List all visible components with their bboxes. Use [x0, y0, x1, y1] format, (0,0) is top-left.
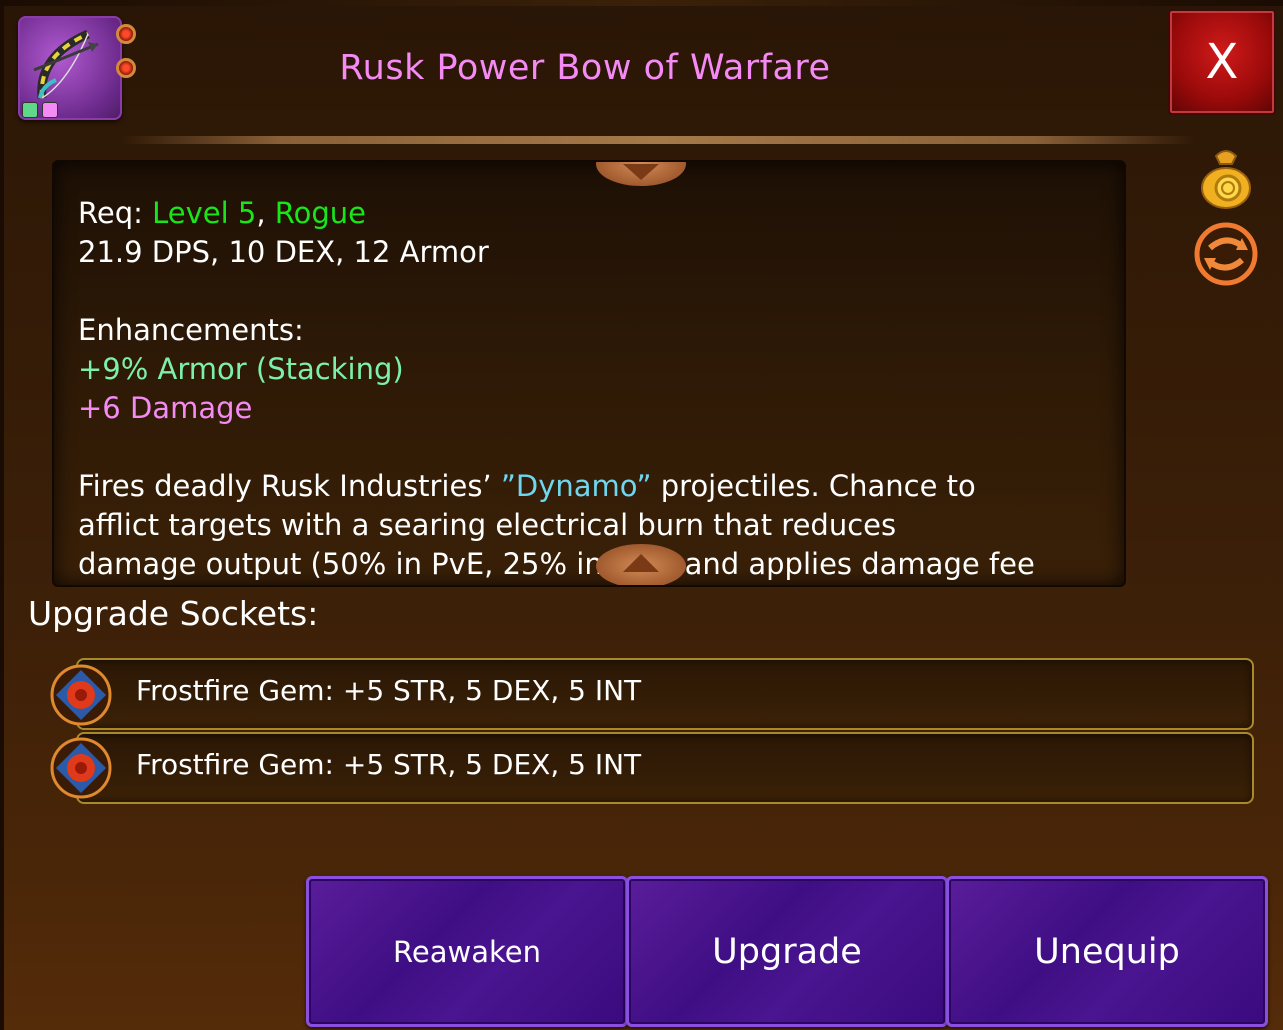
flavor-line-2: afflict targets with a searing electrica… — [78, 508, 897, 542]
req-class: Rogue — [274, 196, 366, 230]
header-divider — [120, 136, 1195, 144]
frame-top — [0, 0, 1283, 6]
enhancement-indicator-pink — [42, 102, 58, 118]
sockets-label: Upgrade Sockets: — [28, 594, 319, 633]
description-panel[interactable]: Req: Level 5, Rogue 21.9 DPS, 10 DEX, 12… — [52, 160, 1126, 587]
frame-left — [0, 0, 4, 1030]
req-label: Req: — [78, 196, 153, 230]
upgrade-label: Upgrade — [712, 931, 862, 972]
close-button[interactable]: X — [1168, 9, 1276, 115]
req-level: Level 5 — [152, 196, 257, 230]
socket-text-1: Frostfire Gem: +5 STR, 5 DEX, 5 INT — [136, 674, 642, 707]
close-label: X — [1205, 34, 1239, 90]
chevron-up-icon — [623, 554, 659, 572]
item-icon — [18, 16, 136, 120]
scroll-up-button[interactable] — [596, 544, 686, 585]
reawaken-label: Reawaken — [393, 934, 541, 969]
flavor-line-3: damage output (50% in PvE, 25% in PvP) a… — [78, 547, 1035, 581]
item-title: Rusk Power Bow of Warfare — [339, 48, 831, 88]
chevron-down-icon — [623, 164, 659, 180]
description-text: Req: Level 5, Rogue 21.9 DPS, 10 DEX, 12… — [78, 194, 1078, 584]
gold-bag-icon[interactable] — [1198, 146, 1254, 210]
bow-icon — [33, 29, 99, 99]
enhancements-label: Enhancements: — [78, 313, 304, 347]
requirements-line: Req: Level 5, Rogue — [78, 194, 1078, 233]
flavor-text-b: projectiles. Chance to — [651, 469, 976, 503]
socket-indicator-2 — [116, 58, 136, 78]
reawaken-button[interactable]: Reawaken — [306, 876, 628, 1027]
frostfire-gem-icon — [50, 664, 112, 726]
enhancement-damage: +6 Damage — [78, 391, 253, 425]
enhancement-armor: +9% Armor (Stacking) — [78, 352, 404, 386]
upgrade-button[interactable]: Upgrade — [626, 876, 948, 1027]
unequip-label: Unequip — [1034, 931, 1180, 972]
stats-line: 21.9 DPS, 10 DEX, 12 Armor — [78, 235, 489, 269]
socket-indicator-1 — [116, 24, 136, 44]
req-separator: , — [256, 196, 275, 230]
flavor-text-a: Fires deadly Rusk Industries’ — [78, 469, 501, 503]
unequip-button[interactable]: Unequip — [946, 876, 1268, 1027]
enhancement-indicator-green — [22, 102, 38, 118]
swap-icon[interactable] — [1194, 222, 1258, 286]
flavor-line-1: Fires deadly Rusk Industries’ ”Dynamo” p… — [78, 467, 1078, 506]
flavor-highlight: ”Dynamo” — [500, 469, 652, 503]
socket-text-2: Frostfire Gem: +5 STR, 5 DEX, 5 INT — [136, 748, 642, 781]
scroll-down-button[interactable] — [596, 162, 686, 186]
frostfire-gem-icon — [50, 737, 112, 799]
